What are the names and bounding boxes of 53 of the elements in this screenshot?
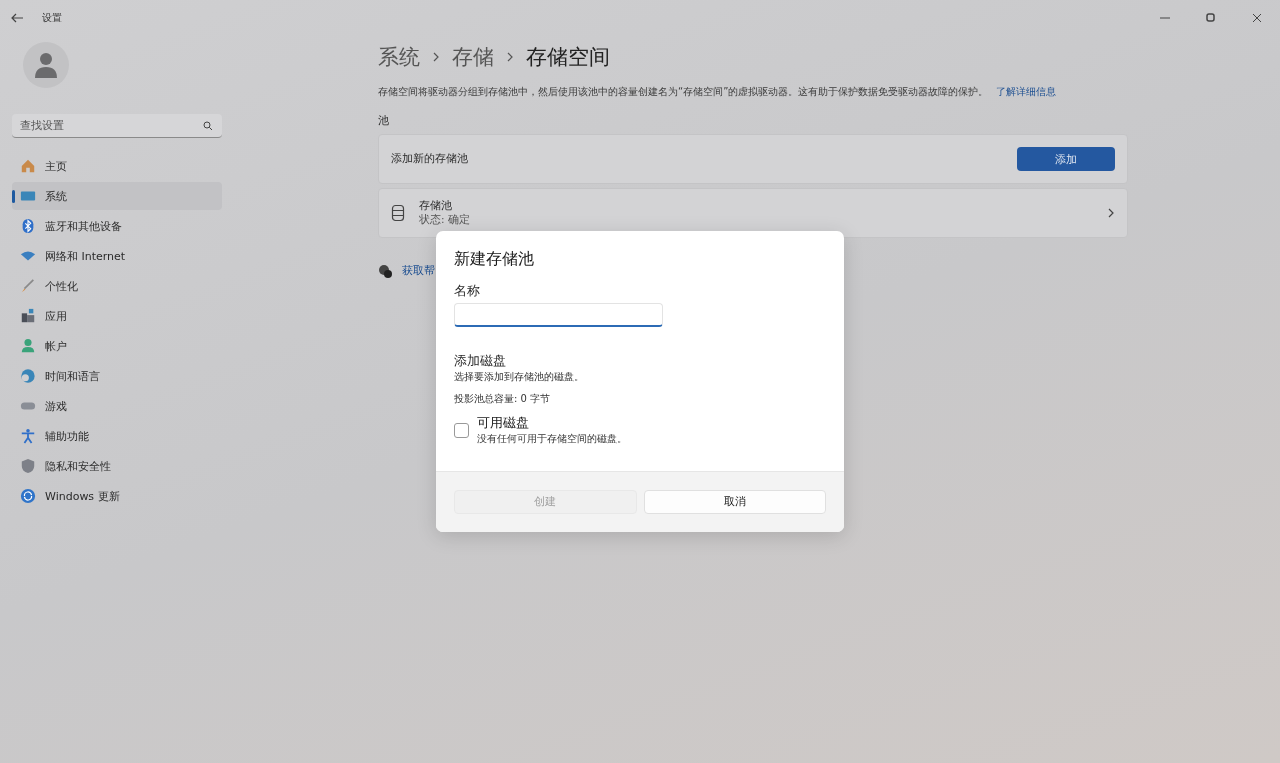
name-label: 名称 bbox=[454, 282, 481, 300]
search-field[interactable]: 查找设置 bbox=[12, 114, 222, 138]
sidebar-item[interactable]: 系统 bbox=[12, 182, 222, 210]
chevron-icon bbox=[506, 52, 514, 62]
globe-icon bbox=[20, 368, 36, 384]
apps-icon bbox=[20, 308, 36, 324]
pool-title: 存储池 bbox=[419, 199, 453, 213]
name-input[interactable] bbox=[454, 303, 663, 327]
sidebar-item[interactable]: 隐私和安全性 bbox=[12, 452, 222, 480]
update-icon bbox=[20, 488, 36, 504]
search-icon bbox=[203, 121, 213, 131]
add-disks-hint: 选择要添加到存储池的磁盘。 bbox=[454, 370, 585, 384]
available-disks-hint: 没有任何可用于存储空间的磁盘。 bbox=[477, 432, 627, 446]
brush-icon bbox=[20, 278, 36, 294]
database-icon bbox=[391, 204, 405, 222]
description-text: 存储空间将驱动器分组到存储池中，然后使用该池中的容量创建名为“存储空间”的虚拟驱动器。这有助于保护数据免受驱动器故障的保护。 了解详细信息 bbox=[378, 85, 1058, 99]
bluetooth-icon bbox=[20, 218, 36, 234]
available-disks-checkbox[interactable] bbox=[454, 422, 469, 438]
accessibility-icon bbox=[20, 428, 36, 444]
sidebar-item[interactable]: 游戏 bbox=[12, 392, 222, 420]
window-title: 设置 bbox=[42, 11, 62, 25]
sidebar-item[interactable]: 帐户 bbox=[12, 332, 222, 360]
learn-more-link[interactable]: 了解详细信息 bbox=[996, 86, 1057, 97]
avatar bbox=[23, 42, 69, 88]
sidebar-item[interactable]: 蓝牙和其他设备 bbox=[12, 212, 222, 240]
chevron-icon bbox=[432, 52, 440, 62]
sidebar-item[interactable]: Windows 更新 bbox=[12, 482, 222, 510]
add-pool-label: 添加新的存储池 bbox=[391, 152, 468, 166]
dialog-title: 新建存储池 bbox=[454, 249, 535, 270]
sidebar-item[interactable]: 应用 bbox=[12, 302, 222, 330]
breadcrumb-item[interactable]: 系统 bbox=[378, 43, 420, 71]
breadcrumb-item: 存储空间 bbox=[526, 44, 610, 71]
help-link[interactable]: 获取帮 bbox=[402, 264, 435, 278]
sidebar-item[interactable]: 主页 bbox=[12, 152, 222, 180]
add-button[interactable]: 添加 bbox=[1017, 147, 1115, 171]
back-icon[interactable] bbox=[10, 11, 24, 25]
pool-status: 状态: 确定 bbox=[419, 213, 470, 227]
sidebar-item[interactable]: 个性化 bbox=[12, 272, 222, 300]
breadcrumb-item[interactable]: 存储 bbox=[452, 43, 494, 71]
home-icon bbox=[20, 158, 36, 174]
person-icon bbox=[20, 338, 36, 354]
sidebar-item[interactable]: 辅助功能 bbox=[12, 422, 222, 450]
section-title: 池 bbox=[378, 114, 390, 128]
sidebar-item[interactable]: 时间和语言 bbox=[12, 362, 222, 390]
chevron-icon bbox=[1107, 207, 1115, 219]
storage-pool-card[interactable]: 存储池 状态: 确定 bbox=[378, 188, 1128, 238]
add-disks-heading: 添加磁盘 bbox=[454, 352, 507, 370]
shield-icon bbox=[20, 458, 36, 474]
sidebar-item[interactable]: 网络和 Internet bbox=[12, 242, 222, 270]
capacity-text: 投影池总容量: 0 字节 bbox=[454, 392, 552, 406]
available-disks-label: 可用磁盘 bbox=[477, 414, 530, 432]
help-icon bbox=[378, 264, 392, 278]
cancel-button[interactable]: 取消 bbox=[643, 490, 826, 514]
